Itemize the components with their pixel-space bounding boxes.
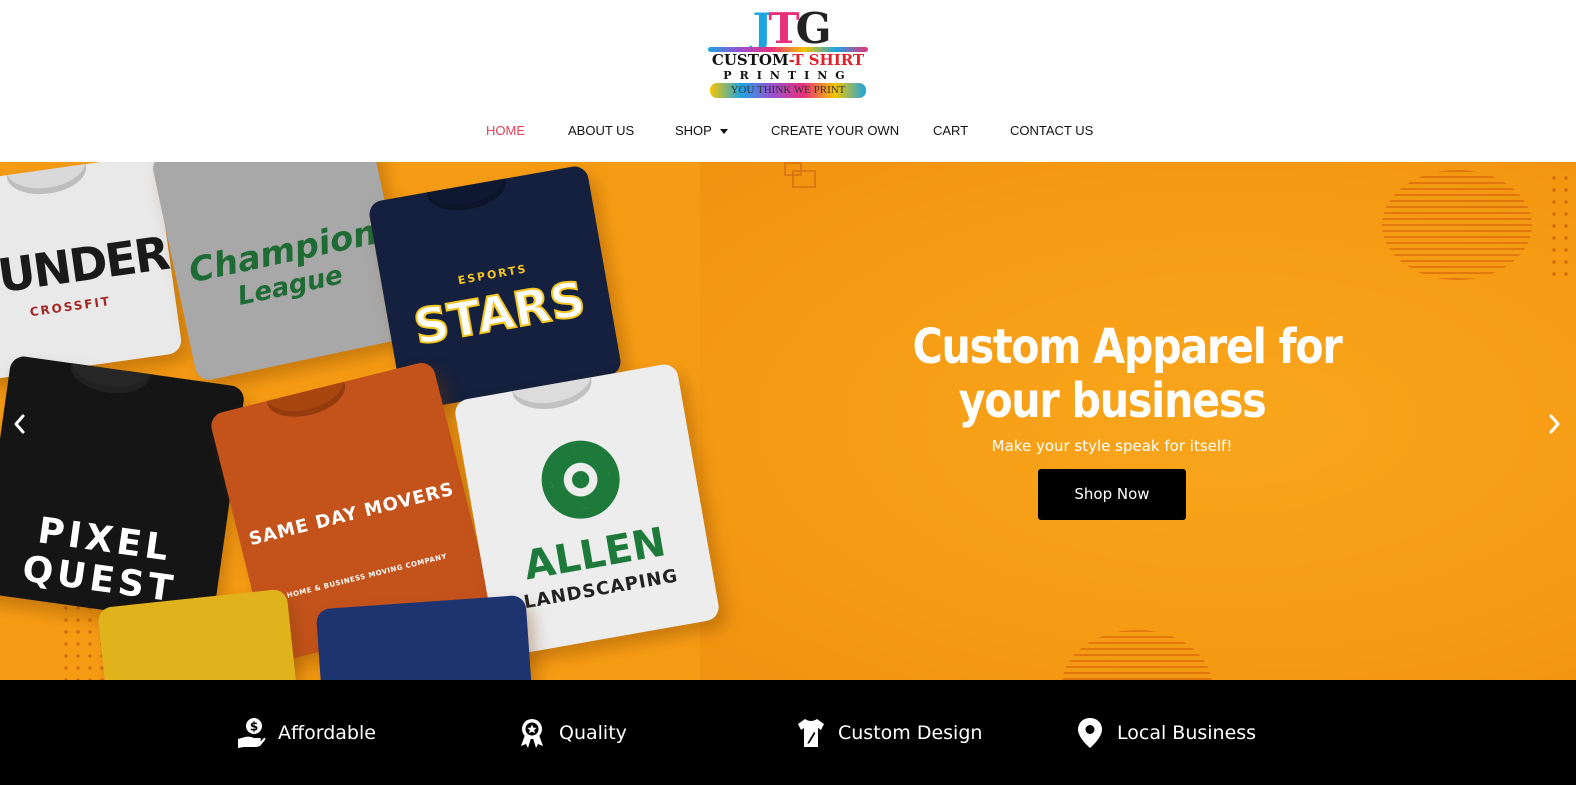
feature-local-business: Local Business: [1075, 716, 1256, 750]
nav-cart[interactable]: CART: [933, 121, 968, 141]
decorative-square: [792, 170, 816, 188]
shirt-print-same-day-movers: SAME DAY MOVERS: [246, 478, 457, 551]
nav-shop-label: SHOP: [675, 123, 712, 138]
logo-brand-custom: CUSTOM: [711, 51, 789, 69]
shirt-print-moving-company: HOME & BUSINESS MOVING COMPANY: [286, 552, 448, 600]
site-header: JTG CUSTOM-T SHIRT PRINTING YOU THINK WE…: [0, 0, 1576, 162]
feature-label: Quality: [559, 722, 627, 744]
feature-label: Local Business: [1117, 722, 1257, 744]
logo-brand-name: CUSTOM-T SHIRT: [706, 52, 870, 69]
hero-title-line2: your business: [958, 373, 1267, 429]
shirt-image-champion: Champion League: [150, 162, 414, 383]
feature-quality: Quality: [517, 716, 627, 750]
nav-contact-us[interactable]: CONTACT US: [1010, 121, 1093, 141]
money-hand-icon: $: [236, 717, 266, 749]
tshirt-design-icon: [796, 717, 826, 749]
feature-affordable: $ Affordable: [236, 716, 376, 750]
logo-monogram-g: G: [795, 4, 832, 53]
logo-printing: PRINTING: [723, 69, 853, 82]
feature-label: Affordable: [278, 722, 376, 744]
hero-slider: HUNDER CROSSFIT Champion League ESPORTS …: [0, 162, 1576, 680]
features-bar: $ Affordable Quality Custom Design Local…: [0, 680, 1576, 785]
shirt-image-pixel-quest: PIXEL QUEST: [0, 354, 246, 626]
site-logo[interactable]: JTG CUSTOM-T SHIRT PRINTING YOU THINK WE…: [706, 6, 870, 100]
main-nav: HOME ABOUT US SHOP CREATE YOUR OWN CART …: [0, 121, 1576, 141]
hero-title-line1: Custom Apparel for: [912, 319, 1342, 375]
chevron-left-icon: [14, 414, 25, 434]
decorative-striped-circle: [1382, 170, 1532, 280]
nav-home[interactable]: HOME: [486, 121, 525, 141]
feature-label: Custom Design: [838, 722, 983, 744]
chevron-right-icon: [1549, 414, 1560, 434]
feature-custom-design: Custom Design: [796, 716, 982, 750]
nav-shop[interactable]: SHOP: [675, 121, 728, 141]
logo-brand-tshirt: -T SHIRT: [788, 51, 865, 69]
nav-create-your-own[interactable]: CREATE YOUR OWN: [771, 121, 899, 141]
caret-down-icon: [719, 129, 728, 135]
map-pin-icon: [1075, 717, 1105, 749]
shop-now-button[interactable]: Shop Now: [1038, 469, 1186, 520]
logo-monogram: JTG: [752, 4, 832, 53]
hero-subtitle: Make your style speak for itself!: [991, 437, 1233, 455]
award-badge-icon: [517, 717, 547, 749]
shirt-print-rose-logo: [535, 434, 626, 525]
logo-monogram-t: T: [768, 4, 799, 53]
logo-tagline: YOU THINK WE PRINT: [710, 83, 866, 98]
shirt-image-navy-shirt: [315, 594, 535, 680]
slider-prev-button[interactable]: [10, 412, 30, 436]
slider-next-button[interactable]: [1544, 412, 1564, 436]
logo-monogram-j: J: [752, 4, 772, 53]
hero-content: Custom Apparel for your business Make yo…: [880, 320, 1344, 456]
decorative-dots: [1548, 172, 1576, 282]
nav-about-us[interactable]: ABOUT US: [568, 121, 634, 141]
svg-text:$: $: [250, 720, 258, 734]
shirt-image-thunder: HUNDER CROSSFIT: [0, 162, 183, 382]
